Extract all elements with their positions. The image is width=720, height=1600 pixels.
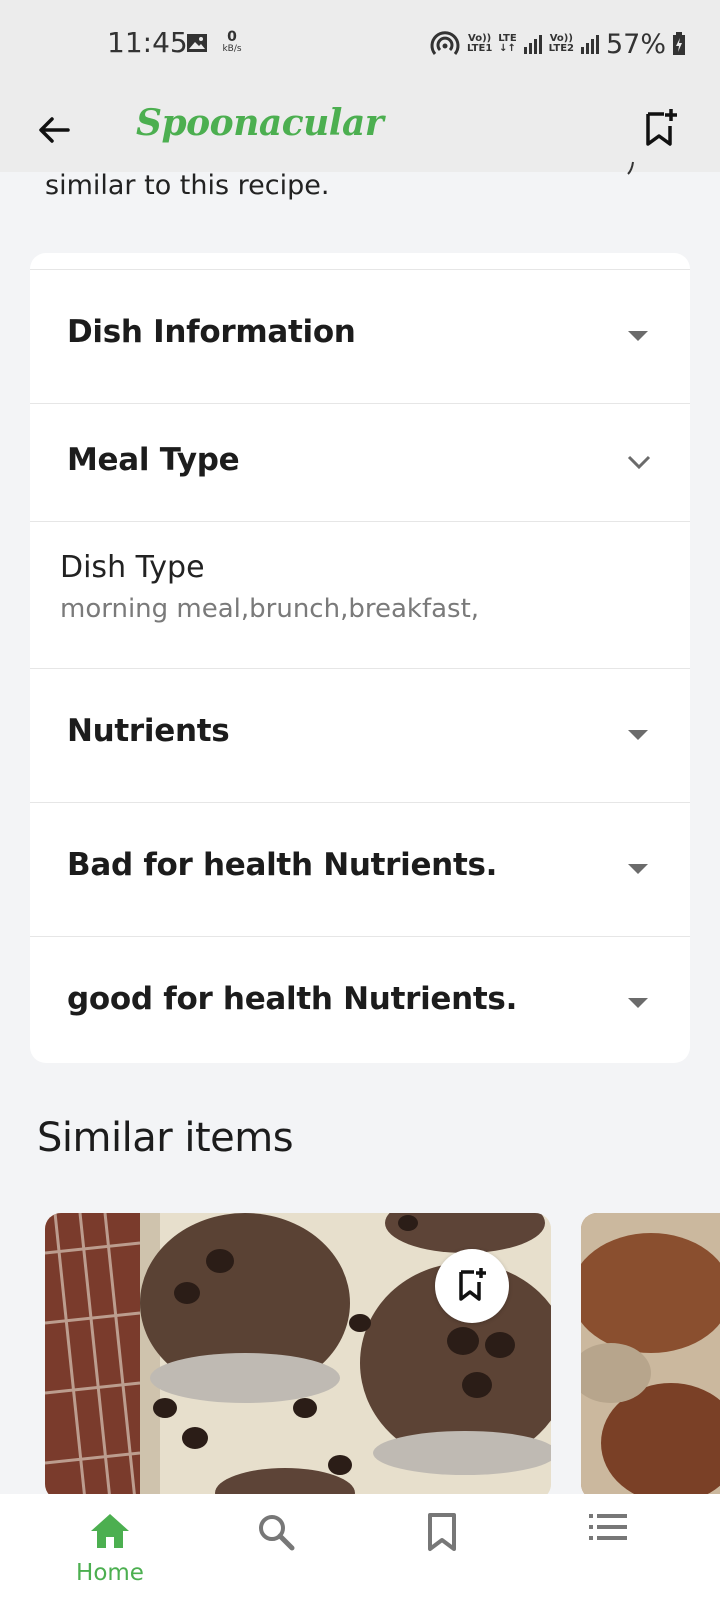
- app-logo-title: Spoonacular: [136, 102, 384, 144]
- list-icon: [589, 1514, 627, 1540]
- home-icon: [91, 1514, 129, 1548]
- lte-label: LTE ↓↑: [498, 33, 517, 54]
- dropdown-caret-icon: [628, 864, 648, 874]
- nav-home-label: Home: [76, 1560, 144, 1586]
- status-bar: 11:45 0 kB/s Vo))LTE1 LTE↓↑ Vo))LTE2: [0, 0, 720, 88]
- bad-nutrients-row[interactable]: Bad for health Nutrients.: [30, 803, 690, 937]
- dish-information-title: Dish Information: [67, 314, 356, 350]
- recipe-summary-text: similar to this recipe.: [45, 170, 330, 201]
- dropdown-caret-icon: [628, 331, 648, 341]
- dropdown-caret-icon: [628, 998, 648, 1008]
- nutrients-title: Nutrients: [67, 713, 230, 749]
- battery-percent: 57%: [605, 28, 666, 60]
- dish-information-row[interactable]: Dish Information: [30, 270, 690, 404]
- meal-type-row[interactable]: Meal Type: [30, 404, 690, 522]
- network-speed: 0 kB/s: [222, 29, 242, 54]
- nav-saved[interactable]: [352, 1494, 532, 1600]
- dish-type-label: Dish Type: [60, 550, 205, 585]
- status-icons: Vo)) LTE1 LTE ↓↑ Vo)) LTE2 57%: [429, 26, 686, 62]
- sim1-label: Vo)) LTE1: [466, 33, 493, 54]
- nav-search[interactable]: [186, 1494, 366, 1600]
- bookmark-icon: [428, 1513, 456, 1551]
- good-nutrients-row[interactable]: good for health Nutrients.: [30, 937, 690, 1063]
- bottom-navigation: Home: [0, 1494, 720, 1600]
- bookmark-add-icon: [459, 1268, 486, 1301]
- recipe-info-card: Dish Information Meal Type Dish Type mor…: [30, 253, 690, 1063]
- search-icon: [259, 1515, 295, 1551]
- dish-type-value: morning meal,brunch,breakfast,: [60, 594, 480, 624]
- bad-nutrients-title: Bad for health Nutrients.: [67, 847, 498, 883]
- chevron-down-icon: [627, 455, 651, 470]
- back-arrow-icon[interactable]: [34, 110, 74, 150]
- sim2-label: Vo)) LTE2: [548, 33, 574, 54]
- similar-items-title: Similar items: [37, 1115, 294, 1161]
- similar-item-image-next[interactable]: [581, 1213, 720, 1500]
- good-nutrients-title: good for health Nutrients.: [67, 981, 518, 1017]
- clipped-text-fragment: [627, 161, 634, 175]
- app-bar: Spoonacular: [0, 88, 720, 172]
- nav-list[interactable]: [518, 1494, 698, 1600]
- save-recipe-button[interactable]: [435, 1249, 509, 1323]
- meal-type-title: Meal Type: [67, 442, 240, 478]
- battery-charging-icon: [673, 32, 685, 55]
- nutrients-row[interactable]: Nutrients: [30, 669, 690, 803]
- gallery-icon: [187, 34, 207, 52]
- muffin-tin-photo: [581, 1213, 720, 1500]
- nav-home[interactable]: Home: [20, 1494, 200, 1600]
- status-time: 11:45: [107, 26, 188, 59]
- signal-2-icon: [580, 35, 599, 54]
- signal-1-icon: [523, 35, 542, 54]
- hotspot-icon: [430, 31, 460, 55]
- bookmark-add-icon[interactable]: [640, 106, 680, 150]
- dropdown-caret-icon: [628, 730, 648, 740]
- dish-type-item: Dish Type morning meal,brunch,breakfast,: [30, 522, 690, 669]
